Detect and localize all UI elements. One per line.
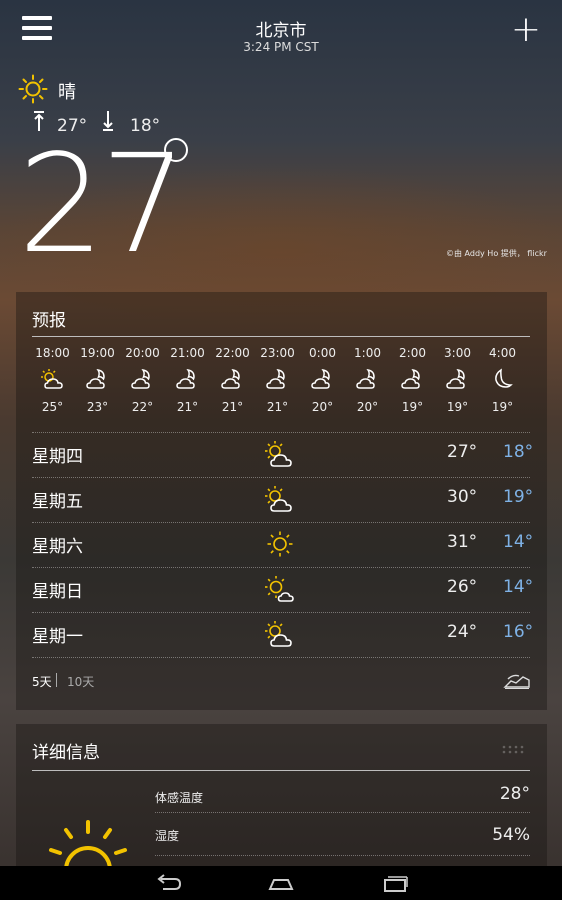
- tab-10-day[interactable]: 10天: [67, 673, 94, 690]
- city-name[interactable]: 北京市: [0, 16, 562, 41]
- moon-cloud-icon: [345, 364, 390, 394]
- hour-time: 1:00: [354, 346, 381, 360]
- divider: [32, 657, 530, 658]
- day-low: 14°: [503, 532, 534, 552]
- hour-temp: 21°: [176, 400, 199, 414]
- divider: [32, 336, 530, 337]
- hour-temp: 20°: [356, 400, 379, 414]
- hour-temp: 19°: [401, 400, 424, 414]
- hour-time: 19:00: [80, 346, 115, 360]
- day-name: 星期六: [32, 537, 83, 557]
- tab-5-day[interactable]: 5天: [32, 673, 52, 690]
- hourly-forecast[interactable]: 18:00 25° 19:00 23° 20:00 22° 21:00 21° …: [30, 346, 530, 414]
- hour-temp: 20°: [311, 400, 334, 414]
- details-title: 详细信息: [32, 743, 100, 763]
- hour-temp: 23°: [86, 400, 109, 414]
- day-low: 19°: [503, 487, 534, 507]
- moon-cloud-icon: [390, 364, 435, 394]
- current-temperature: 27: [18, 126, 187, 284]
- radar-map-icon[interactable]: [503, 672, 531, 690]
- day-name: 星期四: [32, 447, 83, 467]
- day-high: 26°: [447, 577, 478, 597]
- more-dots-icon: [502, 745, 524, 754]
- hour-time: 0:00: [309, 346, 336, 360]
- day-name: 星期日: [32, 582, 83, 602]
- moon-cloud-icon: [75, 364, 120, 394]
- plus-icon: +: [510, 9, 542, 50]
- hour-item: 4:00 19°: [480, 346, 525, 414]
- hour-time: 23:00: [260, 346, 295, 360]
- tab-separator: [56, 673, 57, 687]
- day-name: 星期五: [32, 492, 83, 512]
- hour-temp: 21°: [221, 400, 244, 414]
- hour-time: 2:00: [399, 346, 426, 360]
- divider: [155, 812, 530, 813]
- hour-item: 19:00 23°: [75, 346, 120, 414]
- partly-sunny-icon: [265, 621, 292, 647]
- day-high: 31°: [447, 532, 478, 552]
- hour-item: 23:00 21°: [255, 346, 300, 414]
- feels-like-value: 28°: [499, 784, 530, 804]
- condition-text: 晴: [58, 82, 76, 103]
- recent-apps-icon[interactable]: [380, 874, 410, 892]
- hour-item: 0:00 20°: [300, 346, 345, 414]
- hour-item: 2:00 19°: [390, 346, 435, 414]
- sun-icon: [267, 531, 293, 557]
- day-low: 14°: [503, 577, 534, 597]
- day-low: 18°: [503, 442, 534, 462]
- hour-time: 22:00: [215, 346, 250, 360]
- hour-temp: 19°: [446, 400, 469, 414]
- back-icon[interactable]: [153, 874, 183, 892]
- moon-cloud-icon: [165, 364, 210, 394]
- day-high: 27°: [447, 442, 478, 462]
- hour-temp: 22°: [131, 400, 154, 414]
- local-time: 3:24 PM CST: [243, 40, 319, 54]
- daily-row[interactable]: 星期一 24° 16°: [32, 612, 534, 657]
- partly-sunny-icon: [265, 441, 292, 467]
- moon-cloud-icon: [210, 364, 255, 394]
- divider: [155, 855, 530, 856]
- daily-row[interactable]: 星期五 30° 19°: [32, 477, 534, 522]
- hour-temp: 19°: [491, 400, 514, 414]
- divider: [32, 770, 530, 771]
- hour-item: 18:00 25°: [30, 346, 75, 414]
- day-name: 星期一: [32, 627, 83, 647]
- day-low: 16°: [503, 622, 534, 642]
- hour-time: 3:00: [444, 346, 471, 360]
- hour-time: 21:00: [170, 346, 205, 360]
- moon-cloud-icon: [255, 364, 300, 394]
- add-location-button[interactable]: +: [510, 12, 542, 48]
- hour-time: 20:00: [125, 346, 160, 360]
- hour-temp: 25°: [41, 400, 64, 414]
- day-high: 30°: [447, 487, 478, 507]
- moon-cloud-icon: [435, 364, 480, 394]
- day-high: 24°: [447, 622, 478, 642]
- sun-icon: [18, 74, 48, 104]
- home-icon[interactable]: [266, 874, 296, 892]
- sun-cloud-icon: [265, 576, 294, 602]
- daily-row[interactable]: 星期六 31° 14°: [32, 522, 534, 567]
- hour-item: 3:00 19°: [435, 346, 480, 414]
- hour-time: 18:00: [35, 346, 70, 360]
- moon-icon: [480, 364, 525, 394]
- humidity-label: 湿度: [155, 829, 180, 843]
- partly-sunny-icon: [265, 486, 292, 512]
- hour-item: 21:00 21°: [165, 346, 210, 414]
- moon-cloud-icon: [300, 364, 345, 394]
- hour-item: 20:00 22°: [120, 346, 165, 414]
- forecast-title: 预报: [32, 311, 66, 331]
- humidity-value: 54%: [492, 825, 530, 845]
- hour-time: 4:00: [489, 346, 516, 360]
- degree-symbol: [164, 138, 188, 162]
- daily-row[interactable]: 星期日 26° 14°: [32, 567, 534, 612]
- feels-like-label: 体感温度: [155, 791, 204, 805]
- hour-item: 1:00 20°: [345, 346, 390, 414]
- photo-credit[interactable]: ©由 Addy Ho 提供， flickr: [446, 248, 547, 259]
- hour-item: 22:00 21°: [210, 346, 255, 414]
- partly-sunny-icon: [30, 364, 75, 394]
- daily-row[interactable]: 星期四 27° 18°: [32, 432, 534, 477]
- moon-cloud-icon: [120, 364, 165, 394]
- hour-temp: 21°: [266, 400, 289, 414]
